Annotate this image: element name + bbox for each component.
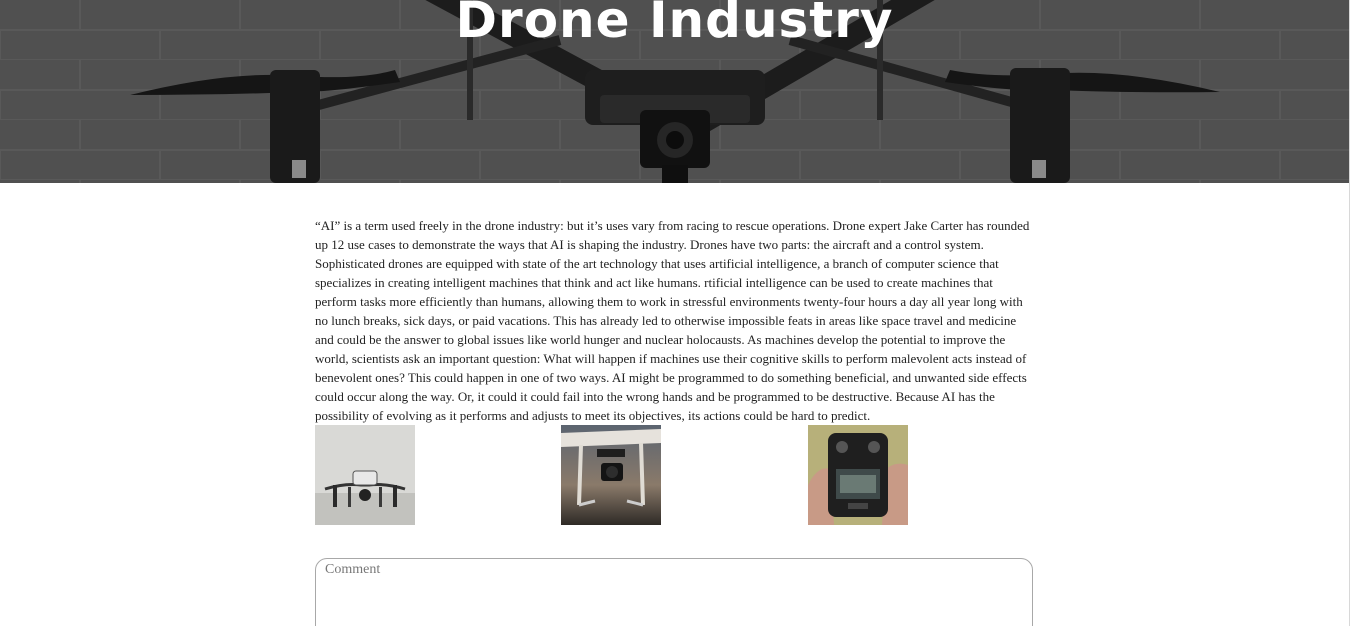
page: Drone Industry “AI” is a term used freel… [0,0,1350,626]
hero-banner: Drone Industry [0,0,1349,183]
gallery-image-controller[interactable] [808,425,908,525]
gallery-image-drone-floor[interactable] [315,425,415,525]
drone-with-camera-in-sky-photo [561,425,661,525]
comment-textarea[interactable] [315,558,1033,626]
gallery-image-drone-sky[interactable] [561,425,661,525]
white-drone-on-floor-photo [315,425,415,525]
article: “AI” is a term used freely in the drone … [315,216,1035,525]
drone-remote-controller-photo [808,425,908,525]
article-body: “AI” is a term used freely in the drone … [315,218,1030,423]
page-title: Drone Industry [455,0,894,49]
image-gallery [315,425,1035,525]
